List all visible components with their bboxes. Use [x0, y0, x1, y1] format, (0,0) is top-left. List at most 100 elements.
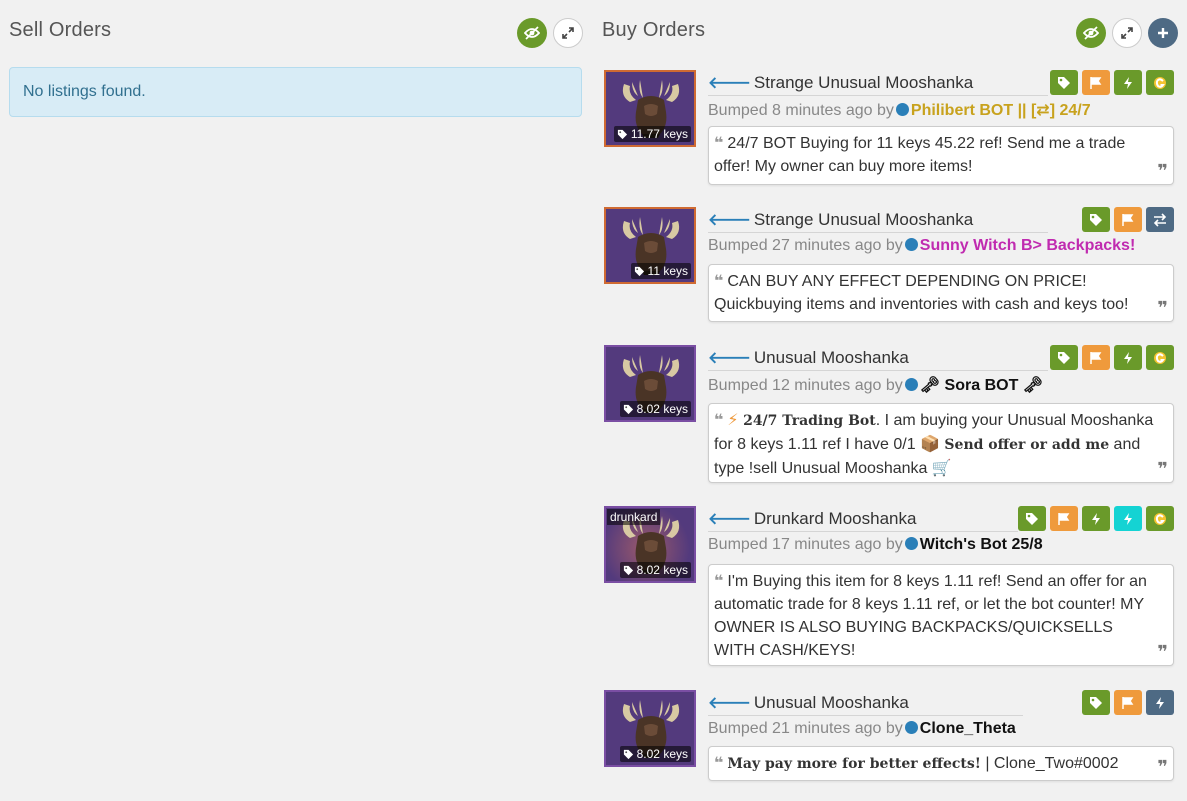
quote-close-icon: ❞ [1157, 161, 1168, 181]
arrow-left-icon: 🡐 [708, 212, 751, 229]
user-link[interactable]: Sunny Witch B> Backpacks! [920, 237, 1135, 254]
quote-open-icon: ❝ [714, 135, 724, 152]
flag-icon [1090, 76, 1102, 89]
listing-badges [1018, 506, 1174, 531]
lightning-icon [1092, 512, 1100, 525]
item-thumbnail[interactable]: drunkard 8.02 keys [604, 506, 696, 583]
expand-icon [562, 27, 574, 39]
quote-close-icon: ❞ [1157, 757, 1168, 777]
report-button[interactable] [1114, 690, 1142, 715]
lightning-icon [1124, 351, 1132, 364]
quote-close-icon: ❞ [1157, 298, 1168, 318]
tag-icon [623, 404, 634, 415]
no-listings-alert: No listings found. [9, 67, 582, 117]
tag-icon [1058, 351, 1070, 364]
instant-trade-premium-button[interactable] [1114, 506, 1142, 531]
lightning-cyan-icon [1124, 512, 1132, 525]
flag-icon [1122, 696, 1134, 709]
eye-slash-icon [1083, 26, 1099, 40]
bump-info: Bumped 27 minutes ago by Sunny Witch B> B… [708, 237, 1136, 254]
instant-trade-button[interactable] [1146, 690, 1174, 715]
item-title[interactable]: 🡐 Drunkard Mooshanka [708, 508, 1018, 532]
item-thumbnail[interactable]: 11 keys [604, 207, 696, 284]
user-link[interactable]: Witch's Bot 25/8 [920, 536, 1043, 553]
cart-emoji: 🛒 [931, 460, 952, 477]
expand-button[interactable] [1112, 18, 1142, 48]
gladiator-icon [1154, 76, 1166, 89]
instant-trade-button[interactable] [1114, 345, 1142, 370]
package-emoji: 📦 [920, 436, 940, 453]
tag-icon [1058, 76, 1070, 89]
arrow-left-icon: 🡐 [708, 695, 751, 712]
item-title[interactable]: 🡐 Unusual Mooshanka [708, 692, 1023, 716]
listing-message: ❝ 24/7 BOT Buying for 11 keys 45.22 ref! … [708, 126, 1174, 185]
arrow-left-icon: 🡐 [708, 75, 751, 92]
toggle-visibility-button[interactable] [517, 18, 547, 48]
lightning-slate-icon [1156, 696, 1164, 709]
bump-info: Bumped 21 minutes ago by Clone_Theta [708, 720, 1016, 737]
online-status-icon [904, 238, 918, 251]
tag-icon [1026, 512, 1038, 525]
price-tag-button[interactable] [1082, 690, 1110, 715]
online-status-icon [904, 721, 918, 734]
item-title[interactable]: 🡐 Unusual Mooshanka [708, 347, 1048, 371]
eye-slash-icon [524, 26, 540, 40]
listing-badges [1050, 345, 1174, 370]
tag-icon [1090, 213, 1102, 226]
gladiator-icon [1154, 351, 1166, 364]
price-tag: 11.77 keys [613, 126, 691, 142]
user-link[interactable]: Philibert BOT || [⇄] 24/7 [911, 102, 1091, 119]
exchange-icon [1153, 212, 1167, 227]
item-thumbnail[interactable]: 11.77 keys [604, 70, 696, 147]
item-title[interactable]: 🡐 Strange Unusual Mooshanka [708, 209, 1048, 233]
listing-message: ❝ ⚡ 24/7 Trading Bot. I am buying your Un… [708, 403, 1174, 483]
price-tag-button[interactable] [1018, 506, 1046, 531]
gladiator-button[interactable] [1146, 506, 1174, 531]
trade-offer-button[interactable] [1146, 207, 1174, 232]
quote-open-icon: ❝ [714, 412, 724, 429]
buy-orders-controls [1076, 18, 1178, 48]
flag-icon [1090, 351, 1102, 364]
toggle-visibility-button[interactable] [1076, 18, 1106, 48]
price-tag: 8.02 keys [619, 562, 691, 578]
user-link[interactable]: Clone_Theta [920, 720, 1016, 737]
report-button[interactable] [1114, 207, 1142, 232]
quote-open-icon: ❝ [714, 573, 724, 590]
item-thumbnail[interactable]: 8.02 keys [604, 690, 696, 767]
sell-orders-title: Sell Orders [9, 19, 112, 41]
report-button[interactable] [1082, 70, 1110, 95]
arrow-left-icon: 🡐 [708, 350, 751, 367]
report-button[interactable] [1082, 345, 1110, 370]
item-thumbnail[interactable]: 8.02 keys [604, 345, 696, 422]
quote-close-icon: ❞ [1157, 642, 1168, 662]
gladiator-button[interactable] [1146, 345, 1174, 370]
tag-icon [634, 266, 645, 277]
plus-icon [1158, 28, 1168, 38]
instant-trade-button[interactable] [1114, 70, 1142, 95]
instant-trade-button[interactable] [1082, 506, 1110, 531]
price-tag: 8.02 keys [619, 401, 691, 417]
tag-icon [623, 565, 634, 576]
expand-button[interactable] [553, 18, 583, 48]
add-listing-button[interactable] [1148, 18, 1178, 48]
lightning-icon [1124, 76, 1132, 89]
user-link[interactable]: 🗝 Sora BOT 🗝 [920, 377, 1043, 394]
expand-icon [1121, 27, 1133, 39]
gladiator-icon [1154, 512, 1166, 525]
price-tag-button[interactable] [1050, 345, 1078, 370]
online-status-icon [895, 103, 909, 116]
flag-icon [1058, 512, 1070, 525]
item-title[interactable]: 🡐 Strange Unusual Mooshanka [708, 72, 1048, 96]
gladiator-button[interactable] [1146, 70, 1174, 95]
quote-open-icon: ❝ [714, 273, 724, 290]
listing-badges [1082, 690, 1174, 715]
price-tag-button[interactable] [1082, 207, 1110, 232]
quote-close-icon: ❞ [1157, 459, 1168, 479]
listing-badges [1082, 207, 1174, 232]
report-button[interactable] [1050, 506, 1078, 531]
price-tag-button[interactable] [1050, 70, 1078, 95]
listing-message: ❝ May pay more for better effects! | Clon… [708, 746, 1174, 781]
tag-icon [623, 749, 634, 760]
price-tag: 11 keys [630, 263, 691, 279]
listing-message: ❝ I'm Buying this item for 8 keys 1.11 re… [708, 564, 1174, 666]
